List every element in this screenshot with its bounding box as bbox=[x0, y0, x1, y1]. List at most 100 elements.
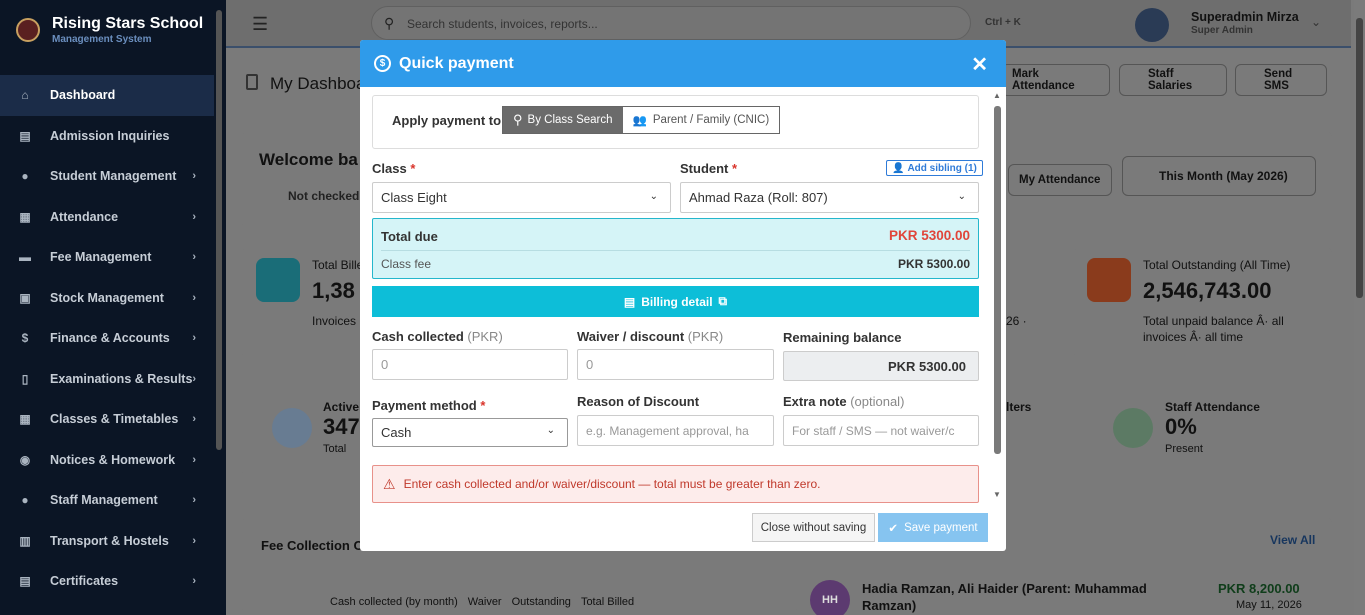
sidebar-item-label: Certificates bbox=[50, 574, 119, 589]
user-name[interactable]: Superadmin Mirza bbox=[1191, 10, 1299, 24]
tab-by-class-search[interactable]: ⚲ By Class Search bbox=[503, 107, 623, 133]
sidebar-item-examinations[interactable]: ▯ Examinations & Results › bbox=[0, 359, 214, 400]
add-sibling-button[interactable]: 👤 Add sibling (1) bbox=[886, 160, 983, 176]
sidebar-item-staff-management[interactable]: ● Staff Management › bbox=[0, 480, 214, 521]
legend-cash: Cash collected (by month) bbox=[330, 596, 458, 608]
sidebar-item-fee-management[interactable]: ▬ Fee Management › bbox=[0, 237, 214, 278]
view-all-link[interactable]: View All bbox=[1270, 533, 1315, 547]
billing-detail-label: Billing detail bbox=[641, 294, 713, 309]
cash-collected-input[interactable]: 0 bbox=[372, 349, 568, 380]
reason-input[interactable]: e.g. Management approval, ha bbox=[577, 415, 774, 446]
my-attendance-button[interactable]: My Attendance bbox=[1008, 164, 1112, 196]
modal-scrollbar[interactable] bbox=[994, 94, 1001, 498]
hamburger-menu-icon[interactable]: ☰ bbox=[252, 14, 268, 35]
scroll-down-icon[interactable]: ▼ bbox=[993, 490, 1001, 499]
apply-payment-label: Apply payment to bbox=[392, 113, 502, 128]
chart-legend: Cash collected (by month) Waiver Outstan… bbox=[330, 596, 634, 608]
apply-payment-box: Apply payment to ⚲ By Class Search 👥 Paren… bbox=[372, 95, 979, 149]
button-label: Send SMS bbox=[1264, 68, 1293, 92]
search-input[interactable]: ⚲ Search students, invoices, reports... bbox=[371, 6, 971, 40]
chevron-right-icon: › bbox=[192, 453, 196, 466]
tab-label: By Class Search bbox=[527, 114, 613, 126]
sidebar-item-classes[interactable]: ▦ Classes & Timetables › bbox=[0, 399, 214, 440]
sidebar-item-label: Attendance bbox=[50, 209, 119, 224]
users-icon: ● bbox=[21, 493, 29, 508]
waiver-label-text: Waiver / discount bbox=[577, 329, 685, 344]
clipboard-icon: ▤ bbox=[19, 128, 31, 143]
bus-icon: ▥ bbox=[19, 533, 31, 548]
class-label: Class * bbox=[372, 161, 415, 176]
month-filter-select[interactable]: This Month (May 2026) bbox=[1122, 156, 1316, 196]
remaining-balance-label: Remaining balance bbox=[783, 330, 902, 345]
mark-attendance-button[interactable]: Mark Attendance bbox=[1001, 64, 1110, 96]
payment-method-label-text: Payment method bbox=[372, 398, 477, 413]
page-scrollbar-thumb[interactable] bbox=[1356, 18, 1363, 298]
modal-scrollbar-thumb[interactable] bbox=[994, 106, 1001, 454]
student-select[interactable]: Ahmad Raza (Roll: 807) ⌄ bbox=[680, 182, 979, 213]
sidebar-item-finance[interactable]: $ Finance & Accounts › bbox=[0, 318, 214, 359]
sidebar-item-admission-inquiries[interactable]: ▤ Admission Inquiries bbox=[0, 116, 214, 157]
remaining-balance-field: PKR 5300.00 bbox=[783, 351, 979, 381]
chevron-down-icon[interactable]: ⌄ bbox=[1311, 15, 1321, 29]
total-billed-label: Total Bille bbox=[312, 258, 364, 272]
billing-detail-button[interactable]: ▤ Billing detail ⧉ bbox=[372, 286, 979, 317]
total-due-row: Total due PKR 5300.00 bbox=[381, 227, 970, 251]
outstanding-sub-2: invoices Â· all time bbox=[1143, 330, 1244, 344]
class-label-text: Class bbox=[372, 161, 407, 176]
chevron-right-icon: › bbox=[192, 575, 196, 588]
sidebar-item-dashboard[interactable]: ⌂ Dashboard bbox=[0, 75, 214, 116]
check-icon: ✔ bbox=[888, 522, 899, 535]
extra-note-label: Extra note (optional) bbox=[783, 394, 904, 409]
sidebar-item-student-management[interactable]: ● Student Management › bbox=[0, 156, 214, 197]
recent-date: May 11, 2026 bbox=[1236, 599, 1302, 611]
users-icon bbox=[272, 408, 312, 448]
grid-icon: ▦ bbox=[19, 412, 31, 427]
close-without-saving-button[interactable]: Close without saving bbox=[752, 513, 875, 542]
page-scrollbar[interactable] bbox=[1354, 0, 1365, 615]
chevron-right-icon: › bbox=[192, 170, 196, 183]
avatar: HH bbox=[810, 580, 850, 615]
send-sms-button[interactable]: Send SMS bbox=[1235, 64, 1327, 96]
validation-alert-text: Enter cash collected and/or waiver/disco… bbox=[403, 477, 821, 491]
close-icon[interactable]: ✕ bbox=[971, 52, 988, 77]
staff-salaries-button[interactable]: Staff Salaries bbox=[1119, 64, 1227, 96]
sidebar-item-label: Notices & Homework bbox=[50, 452, 176, 467]
hourglass-icon bbox=[1087, 258, 1131, 302]
payment-method-select[interactable]: Cash ⌄ bbox=[372, 418, 568, 447]
save-payment-button[interactable]: ✔ Save payment bbox=[878, 513, 988, 542]
sidebar-item-label: Transport & Hostels bbox=[50, 533, 169, 548]
sidebar-item-transport[interactable]: ▥ Transport & Hostels › bbox=[0, 521, 214, 562]
total-billed-value: 1,38 bbox=[312, 278, 355, 303]
class-select-value: Class Eight bbox=[381, 190, 447, 205]
sidebar-item-label: Staff Management bbox=[50, 493, 158, 508]
sidebar-item-certificates[interactable]: ▤ Certificates › bbox=[0, 561, 214, 602]
page-title: My Dashboa bbox=[270, 74, 366, 93]
recent-payer-name: Hadia Ramzan, Ali Haider (Parent: Muhamm… bbox=[862, 581, 1147, 596]
chevron-right-icon: › bbox=[192, 494, 196, 507]
required-mark: * bbox=[480, 398, 486, 413]
home-icon: ⌂ bbox=[21, 88, 29, 103]
class-fee-label: Class fee bbox=[381, 257, 432, 271]
chevron-right-icon: › bbox=[192, 372, 196, 385]
staff-attendance-value: 0% bbox=[1165, 414, 1197, 439]
sidebar-item-stock-management[interactable]: ▣ Stock Management › bbox=[0, 278, 214, 319]
user-icon: ● bbox=[21, 169, 29, 184]
waiver-input[interactable]: 0 bbox=[577, 349, 774, 380]
sidebar-item-notices[interactable]: ◉ Notices & Homework › bbox=[0, 440, 214, 481]
staff-attendance-sub: Present bbox=[1165, 443, 1203, 455]
chevron-down-icon: ⌄ bbox=[957, 191, 966, 202]
total-due-box: Total due PKR 5300.00 Class fee PKR 5300… bbox=[372, 218, 979, 279]
tab-parent-family[interactable]: 👥 Parent / Family (CNIC) bbox=[623, 107, 780, 133]
sidebar-scrollbar[interactable] bbox=[216, 10, 222, 450]
class-select[interactable]: Class Eight ⌄ bbox=[372, 182, 671, 213]
cash-collected-label: Cash collected (PKR) bbox=[372, 329, 503, 344]
sidebar-item-label: Classes & Timetables bbox=[50, 412, 179, 427]
remaining-balance-value: PKR 5300.00 bbox=[887, 358, 966, 374]
sidebar-item-attendance[interactable]: ▦ Attendance › bbox=[0, 197, 214, 238]
brand[interactable]: Rising Stars School Management System bbox=[0, 0, 226, 60]
staff-attendance-icon bbox=[1113, 408, 1153, 448]
chat-icon: ◉ bbox=[19, 452, 31, 467]
apply-mode-toggle: ⚲ By Class Search 👥 Parent / Family (CNIC) bbox=[502, 106, 781, 134]
extra-note-input[interactable]: For staff / SMS — not waiver/c bbox=[783, 415, 979, 446]
avatar[interactable] bbox=[1135, 8, 1169, 42]
